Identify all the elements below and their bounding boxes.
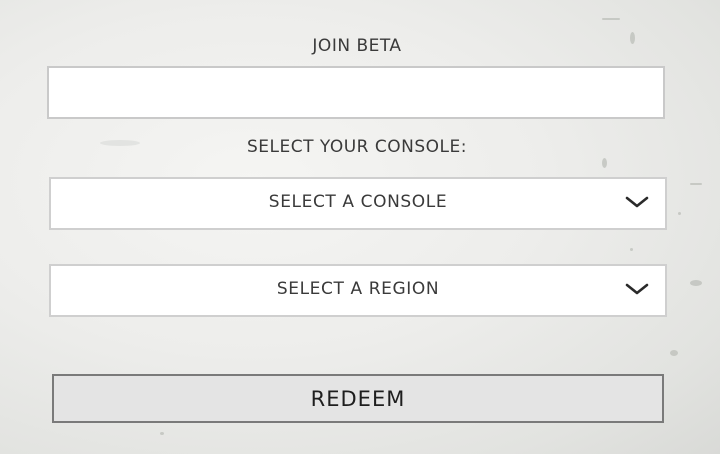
speck [630,248,633,251]
speck [160,432,164,435]
redeem-button[interactable]: REDEEM [52,374,664,423]
region-select-value: SELECT A REGION [276,279,440,299]
chevron-down-icon [625,283,649,295]
redeem-button-label: REDEEM [310,387,406,411]
console-select-value: SELECT A CONSOLE [268,192,448,212]
speck [678,212,681,215]
speck [690,280,702,286]
speck [690,183,702,185]
join-beta-label: JOIN BETA [312,36,402,56]
chevron-down-icon [625,196,649,208]
speck [602,158,607,168]
speck [602,18,620,20]
console-select[interactable]: SELECT A CONSOLE [49,177,667,230]
beta-code-input[interactable] [47,66,665,119]
select-console-label: SELECT YOUR CONSOLE: [247,137,467,157]
region-select[interactable]: SELECT A REGION [49,264,667,317]
speck [670,350,678,356]
